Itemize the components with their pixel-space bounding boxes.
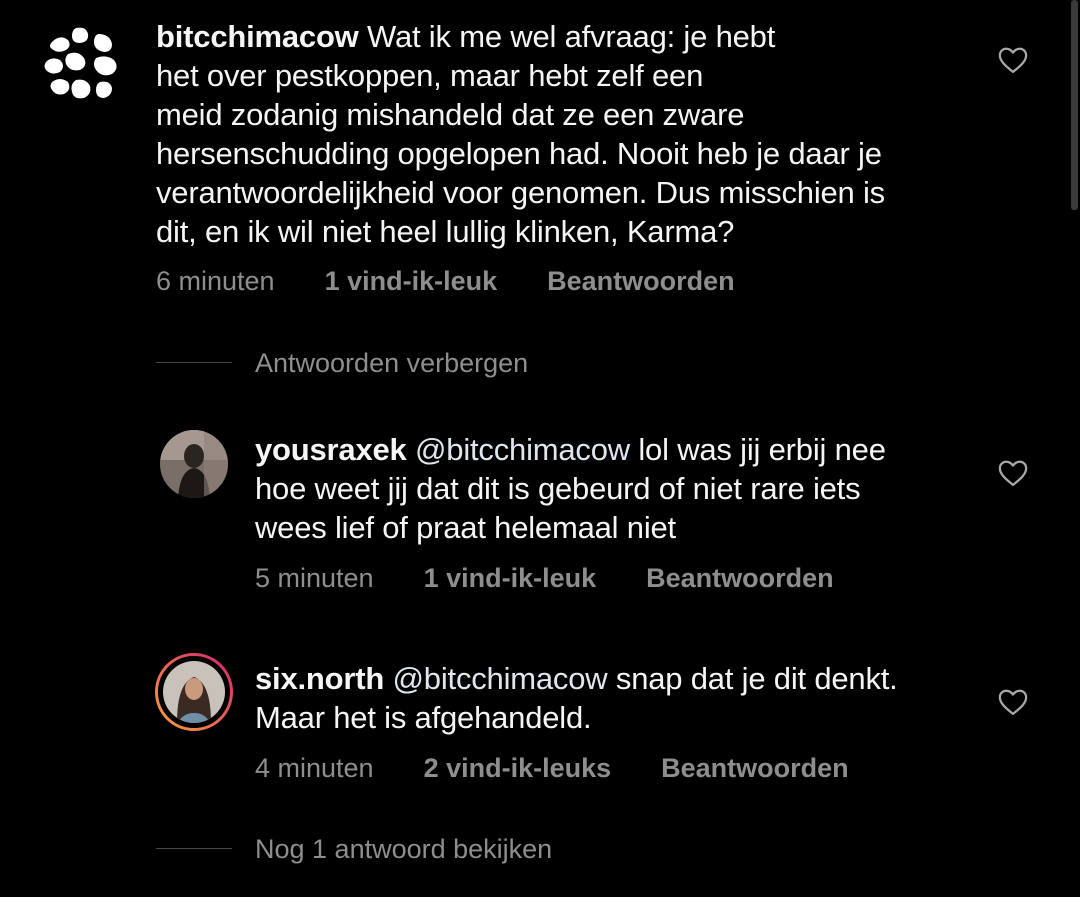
hide-replies-button[interactable]: Antwoorden verbergen	[255, 348, 528, 379]
cow-pattern-avatar-image	[38, 20, 124, 106]
comment-body: bitcchimacow Wat ik me wel afvraag: je h…	[156, 17, 1016, 251]
comment-line: dit, en ik wil niet heel lullig klinken,…	[156, 214, 735, 249]
heart-outline-icon	[998, 689, 1028, 715]
comment-line: wees lief of praat helemaal niet	[255, 510, 676, 545]
like-button[interactable]	[998, 688, 1028, 716]
view-more-replies-button[interactable]: Nog 1 antwoord bekijken	[255, 834, 552, 865]
avatar-yousraxek[interactable]	[160, 430, 228, 498]
avatar-six-north[interactable]	[155, 653, 233, 731]
story-ring-avatar-image	[155, 653, 233, 731]
comment-line: six.north @bitcchimacow snap dat je dit …	[255, 659, 975, 698]
comment-username[interactable]: bitcchimacow	[156, 19, 359, 54]
profile-photo-image	[160, 430, 228, 498]
comment-line: yousraxek @bitcchimacow lol was jij erbi…	[255, 430, 975, 469]
reply-meta: 4 minuten 2 vind-ik-leuks Beantwoorden	[255, 753, 849, 784]
avatar-bitcchimacow[interactable]	[38, 20, 124, 106]
reply-button[interactable]: Beantwoorden	[646, 563, 834, 594]
comment-timestamp: 5 minuten	[255, 563, 374, 593]
comment-username[interactable]: yousraxek	[255, 432, 407, 467]
comment-likes-count[interactable]: 1 vind-ik-leuk	[325, 266, 498, 297]
comment-text: snap dat je dit denkt.	[615, 661, 898, 696]
thread-divider-line	[156, 848, 232, 849]
comment-line: meid zodanig mishandeld dat ze een zware	[156, 97, 745, 132]
mention-link[interactable]: @bitcchimacow	[415, 432, 630, 467]
reply-button[interactable]: Beantwoorden	[547, 266, 735, 297]
mention-link[interactable]: @bitcchimacow	[393, 661, 608, 696]
comment-timestamp: 6 minuten	[156, 266, 275, 296]
reply-body: yousraxek @bitcchimacow lol was jij erbi…	[255, 430, 975, 547]
comment-line: verantwoordelijkheid voor genomen. Dus m…	[156, 175, 885, 210]
comment-text: lol was jij erbij nee	[638, 432, 886, 467]
comment-line: bitcchimacow Wat ik me wel afvraag: je h…	[156, 17, 1016, 56]
like-button[interactable]	[998, 46, 1028, 74]
comment-line: Maar het is afgehandeld.	[255, 700, 592, 735]
comment-meta: 6 minuten 1 vind-ik-leuk Beantwoorden	[156, 266, 735, 297]
comment-text: Wat ik me wel afvraag: je hebt	[367, 19, 776, 54]
comment-line: hersenschudding opgelopen had. Nooit heb…	[156, 136, 882, 171]
scrollbar[interactable]	[1071, 0, 1078, 210]
thread-divider-line	[156, 362, 232, 363]
reply-button[interactable]: Beantwoorden	[661, 753, 849, 784]
heart-outline-icon	[998, 460, 1028, 486]
comment-line: hoe weet jij dat dit is gebeurd of niet …	[255, 471, 861, 506]
comment-line: het over pestkoppen, maar hebt zelf een	[156, 58, 704, 93]
comment-likes-count[interactable]: 2 vind-ik-leuks	[424, 753, 612, 784]
comment-username[interactable]: six.north	[255, 661, 384, 696]
reply-meta: 5 minuten 1 vind-ik-leuk Beantwoorden	[255, 563, 834, 594]
heart-outline-icon	[998, 47, 1028, 73]
comment-likes-count[interactable]: 1 vind-ik-leuk	[424, 563, 597, 594]
comment-timestamp: 4 minuten	[255, 753, 374, 783]
reply-body: six.north @bitcchimacow snap dat je dit …	[255, 659, 975, 737]
like-button[interactable]	[998, 459, 1028, 487]
